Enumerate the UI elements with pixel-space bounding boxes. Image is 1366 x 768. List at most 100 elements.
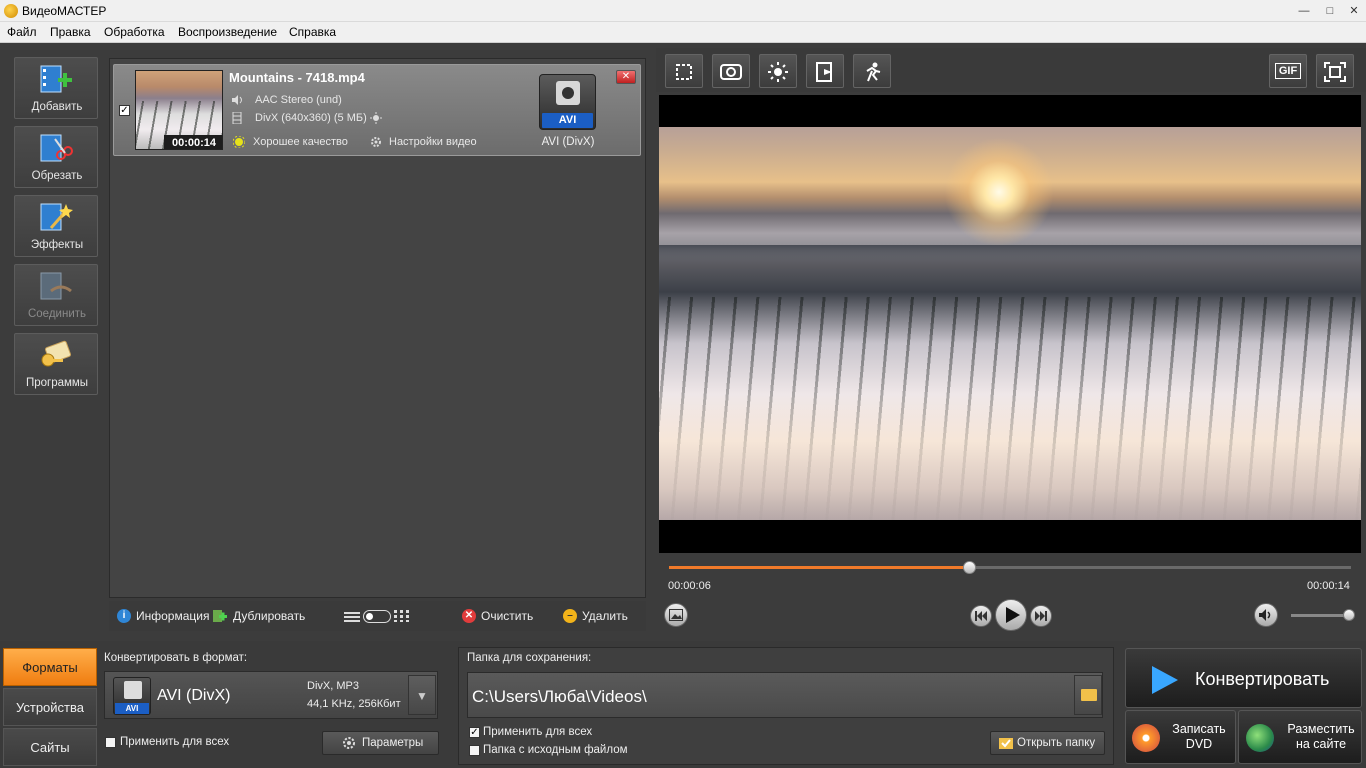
output-format-badge[interactable]: AVI [539, 74, 596, 130]
menu-processing[interactable]: Обработка [104, 25, 165, 39]
save-apply-all-label: Применить для всех [483, 726, 593, 738]
sun-icon [768, 62, 788, 82]
maximize-button[interactable]: □ [1318, 3, 1342, 19]
add-video-icon [39, 64, 73, 94]
video-settings-link[interactable]: Настройки видео [389, 136, 477, 148]
clear-button[interactable]: Очистить [481, 609, 533, 623]
save-path-text[interactable]: C:\Users\Люба\Videos\ [472, 687, 647, 707]
seek-handle[interactable] [963, 561, 976, 574]
mute-button[interactable] [1254, 603, 1278, 627]
format-name: AVI (DivX) [157, 687, 231, 704]
clear-icon: ✕ [462, 609, 476, 623]
browse-folder-button[interactable] [1074, 675, 1102, 715]
tab-formats[interactable]: Форматы [3, 648, 97, 686]
skip-forward-icon [1035, 611, 1047, 621]
file-select-checkbox[interactable]: ✓ [119, 105, 130, 116]
save-heading: Папка для сохранения: [467, 652, 592, 664]
video-info: DivX (640x360) (5 МБ) [255, 112, 367, 124]
fullscreen-button[interactable] [1316, 54, 1354, 88]
thumbnail-duration: 00:00:14 [164, 135, 222, 149]
tab-devices[interactable]: Устройства [3, 688, 97, 726]
delete-icon: – [563, 609, 577, 623]
remove-file-button[interactable]: ✕ [616, 70, 636, 84]
play-icon [1005, 607, 1020, 623]
next-button[interactable] [1030, 605, 1052, 627]
brightness-icon[interactable] [370, 112, 382, 124]
web-label-line1: Разместить [1287, 722, 1355, 736]
brightness-button[interactable] [759, 54, 797, 88]
delete-button[interactable]: Удалить [582, 609, 628, 623]
menu-edit[interactable]: Правка [50, 25, 91, 39]
minimize-button[interactable]: — [1292, 3, 1316, 19]
stabilize-button[interactable] [712, 54, 750, 88]
cut-button[interactable]: Обрезать [14, 126, 98, 188]
previous-button[interactable] [970, 605, 992, 627]
list-view-icon[interactable] [344, 611, 360, 622]
parameters-label: Параметры [362, 737, 424, 749]
cut-label: Обрезать [31, 170, 83, 182]
rotate-button[interactable] [806, 54, 844, 88]
image-icon [669, 609, 683, 621]
save-apply-all-checkbox[interactable]: ✓ [469, 727, 480, 738]
gif-label: GIF [1274, 63, 1302, 79]
app-logo-icon [4, 4, 18, 18]
cut-video-icon [39, 133, 73, 163]
dvd-label-line2: DVD [1185, 737, 1213, 751]
parameters-button[interactable]: Параметры [322, 731, 439, 755]
video-frame [659, 127, 1361, 520]
film-icon [231, 111, 243, 125]
join-button[interactable]: Соединить [14, 264, 98, 326]
effects-button[interactable]: Эффекты [14, 195, 98, 257]
add-label: Добавить [31, 101, 83, 113]
duplicate-icon [213, 609, 227, 623]
view-toggle[interactable] [363, 610, 391, 623]
tab-sites[interactable]: Сайты [3, 728, 97, 766]
globe-icon [1246, 724, 1274, 752]
add-button[interactable]: Добавить [14, 57, 98, 119]
codec-info-line2: 44,1 KHz, 256Кбит [307, 698, 401, 710]
burn-dvd-button[interactable]: Записать DVD [1125, 710, 1236, 764]
menu-help[interactable]: Справка [289, 25, 336, 39]
programs-button[interactable]: Программы [14, 333, 98, 395]
play-button[interactable] [995, 599, 1027, 631]
open-folder-button[interactable]: Открыть папку [990, 731, 1105, 755]
format-apply-all-label: Применить для всех [120, 736, 230, 748]
output-format-label: AVI (DivX) [541, 136, 595, 148]
menu-file[interactable]: Файл [7, 25, 37, 39]
join-icon [39, 271, 73, 301]
video-thumbnail: 00:00:14 [135, 70, 223, 150]
duplicate-button[interactable]: Дублировать [233, 609, 305, 623]
volume-handle[interactable] [1343, 609, 1355, 621]
gif-button[interactable]: GIF [1269, 54, 1307, 88]
close-window-button[interactable]: ✕ [1342, 3, 1366, 19]
quality-icon [232, 135, 246, 149]
publish-web-button[interactable]: Разместить на сайте [1238, 710, 1362, 764]
programs-label: Программы [25, 377, 89, 389]
speaker-icon [231, 94, 243, 106]
source-folder-checkbox[interactable] [469, 745, 480, 756]
folder-icon [1081, 689, 1097, 701]
info-button[interactable]: Информация [136, 609, 209, 623]
dvd-label-line1: Записать [1172, 722, 1226, 736]
format-dropdown-button[interactable]: ▼ [408, 675, 436, 715]
format-apply-all-checkbox[interactable] [105, 737, 116, 748]
menu-bar: Файл Правка Обработка Воспроизведение Сп… [0, 22, 1366, 43]
effects-icon [39, 202, 73, 232]
convert-label: Конвертировать [1195, 669, 1330, 689]
effects-label: Эффекты [30, 239, 84, 251]
fullscreen-icon [1324, 62, 1346, 82]
crop-button[interactable] [665, 54, 703, 88]
total-time: 00:00:14 [1307, 580, 1350, 592]
web-label-line2: на сайте [1295, 737, 1347, 751]
format-badge-label: AVI [542, 113, 593, 128]
quality-link[interactable]: Хорошее качество [253, 136, 348, 148]
format-selector[interactable]: AVI AVI (DivX) DivX, MP3 44,1 KHz, 256Кб… [104, 671, 438, 719]
programs-icon [39, 340, 73, 370]
running-man-icon [866, 62, 881, 82]
snapshot-button[interactable] [664, 603, 688, 627]
menu-playback[interactable]: Воспроизведение [178, 25, 277, 39]
speed-button[interactable] [853, 54, 891, 88]
window-title: ВидеоМАСТЕР [22, 4, 107, 18]
grid-view-icon[interactable] [394, 610, 409, 622]
volume-slider[interactable] [1291, 614, 1349, 617]
